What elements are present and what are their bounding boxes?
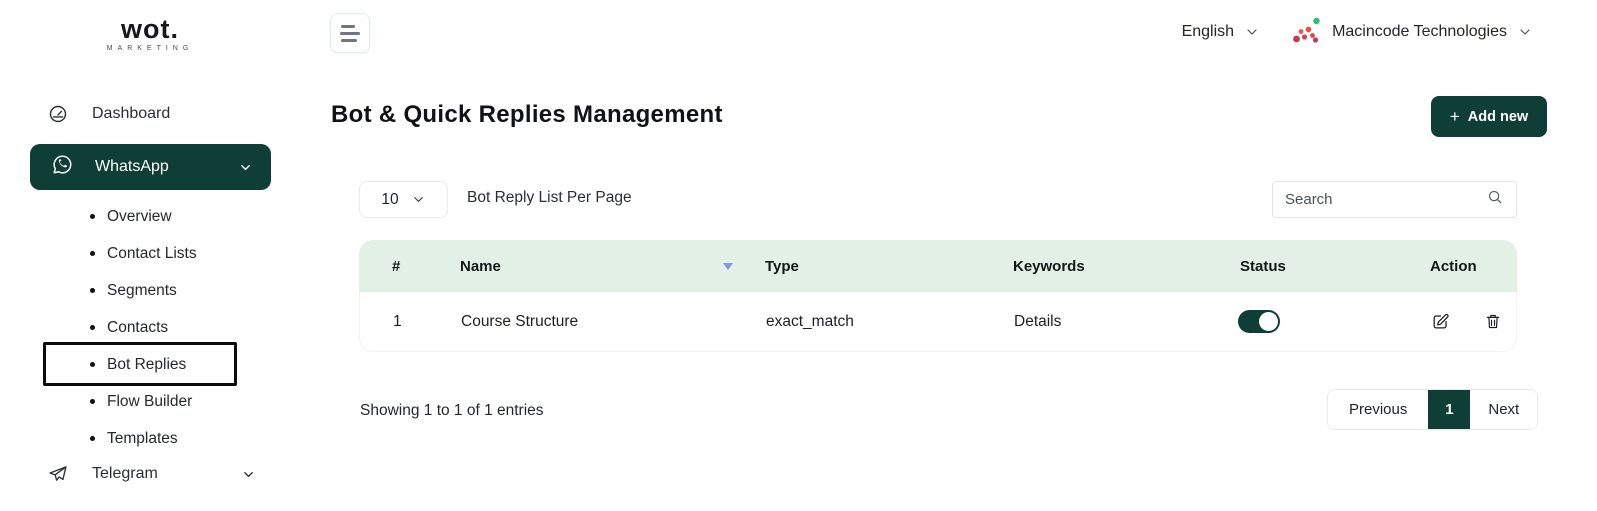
entries-summary: Showing 1 to 1 of 1 entries — [360, 402, 544, 420]
sidebar-item-segments[interactable]: Segments — [0, 272, 300, 309]
add-new-button[interactable]: + Add new — [1431, 96, 1547, 137]
sidebar-item-label: Contact Lists — [107, 245, 197, 263]
sort-desc-icon[interactable] — [723, 263, 733, 270]
organization-selector[interactable]: Macincode Technologies — [1292, 16, 1533, 48]
edit-icon — [1431, 312, 1450, 331]
sidebar-item-dashboard[interactable]: Dashboard — [48, 104, 170, 124]
language-label: English — [1182, 23, 1234, 41]
brand-name: wot. — [0, 16, 300, 43]
organization-name: Macincode Technologies — [1332, 23, 1507, 41]
toggle-knob — [1259, 312, 1278, 331]
column-header-name[interactable]: Name — [460, 258, 765, 275]
sidebar-item-label: Templates — [107, 430, 178, 448]
page-title: Bot & Quick Replies Management — [331, 101, 723, 129]
pagination: Previous 1 Next — [1327, 389, 1538, 430]
sidebar-item-whatsapp[interactable]: WhatsApp — [30, 144, 271, 190]
sidebar-item-overview[interactable]: Overview — [0, 198, 300, 235]
bullet-icon — [90, 399, 95, 404]
bullet-icon — [90, 251, 95, 256]
chevron-down-icon — [238, 160, 253, 175]
sidebar-item-flow-builder[interactable]: Flow Builder — [0, 383, 300, 420]
sidebar-toggle-button[interactable] — [330, 13, 370, 53]
topbar-right: English Macincode Technologies — [1182, 14, 1533, 50]
chevron-down-icon — [1244, 24, 1260, 40]
search-icon[interactable] — [1487, 189, 1504, 211]
sidebar-item-label: Flow Builder — [107, 393, 192, 411]
bullet-icon — [90, 288, 95, 293]
sidebar-item-contacts[interactable]: Contacts — [0, 309, 300, 346]
page: wot. Marketing Dashboard WhatsApp — [0, 0, 1597, 511]
sidebar-item-contact-lists[interactable]: Contact Lists — [0, 235, 300, 272]
sidebar: wot. Marketing Dashboard WhatsApp — [0, 0, 300, 511]
add-new-label: Add new — [1468, 109, 1528, 125]
sidebar-item-telegram[interactable]: Telegram — [48, 464, 256, 484]
bullet-icon — [90, 436, 95, 441]
row-actions — [1431, 312, 1516, 331]
search-box — [1272, 181, 1517, 218]
sidebar-item-label: Segments — [107, 282, 177, 300]
row-keywords: Details — [1014, 313, 1241, 331]
column-header-status: Status — [1240, 258, 1430, 275]
table-row: 1 Course Structure exact_match Details — [359, 292, 1517, 352]
bullet-icon — [90, 214, 95, 219]
organization-logo-icon — [1292, 16, 1322, 48]
bot-replies-table: # Name Type Keywords Status Action 1 Cou… — [359, 240, 1517, 352]
chevron-down-icon — [241, 467, 256, 482]
column-header-type: Type — [765, 258, 1013, 275]
column-header-index: # — [359, 258, 460, 275]
trash-icon — [1484, 312, 1502, 331]
sidebar-item-label: Dashboard — [92, 105, 170, 123]
sidebar-item-label: WhatsApp — [95, 158, 169, 176]
delete-button[interactable] — [1484, 312, 1502, 331]
sidebar-item-label: Telegram — [92, 465, 158, 483]
sidebar-item-bot-replies[interactable]: Bot Replies — [0, 346, 300, 383]
bullet-icon — [90, 325, 95, 330]
per-page-label: Bot Reply List Per Page — [467, 189, 632, 207]
brand-logo[interactable]: wot. Marketing — [0, 16, 300, 52]
sidebar-item-label: Bot Replies — [107, 356, 186, 374]
plus-icon: + — [1450, 107, 1460, 127]
column-header-action: Action — [1430, 258, 1517, 275]
edit-button[interactable] — [1431, 312, 1450, 331]
bullet-icon — [90, 362, 95, 367]
language-selector[interactable]: English — [1182, 23, 1260, 41]
sidebar-item-label: Contacts — [107, 319, 168, 337]
row-type: exact_match — [766, 313, 1014, 331]
column-header-keywords: Keywords — [1013, 258, 1240, 275]
search-input[interactable] — [1285, 191, 1487, 208]
dashboard-gauge-icon — [48, 104, 68, 124]
sidebar-item-label: Overview — [107, 208, 172, 226]
per-page-value: 10 — [381, 191, 398, 209]
whatsapp-icon — [52, 154, 73, 180]
telegram-icon — [48, 464, 68, 484]
row-name: Course Structure — [461, 313, 766, 331]
chevron-down-icon — [1517, 24, 1533, 40]
hamburger-icon — [341, 25, 355, 28]
chevron-down-icon — [411, 192, 426, 207]
row-index: 1 — [360, 313, 461, 331]
pagination-previous-button[interactable]: Previous — [1328, 390, 1428, 429]
pagination-page-1-button[interactable]: 1 — [1428, 390, 1470, 429]
per-page-select[interactable]: 10 — [359, 181, 448, 218]
status-toggle[interactable] — [1238, 310, 1280, 333]
table-header: # Name Type Keywords Status Action — [359, 240, 1517, 292]
sidebar-item-templates[interactable]: Templates — [0, 420, 300, 457]
whatsapp-submenu: Overview Contact Lists Segments Contacts… — [0, 198, 300, 457]
pagination-next-button[interactable]: Next — [1470, 390, 1537, 429]
brand-tagline: Marketing — [0, 45, 300, 52]
